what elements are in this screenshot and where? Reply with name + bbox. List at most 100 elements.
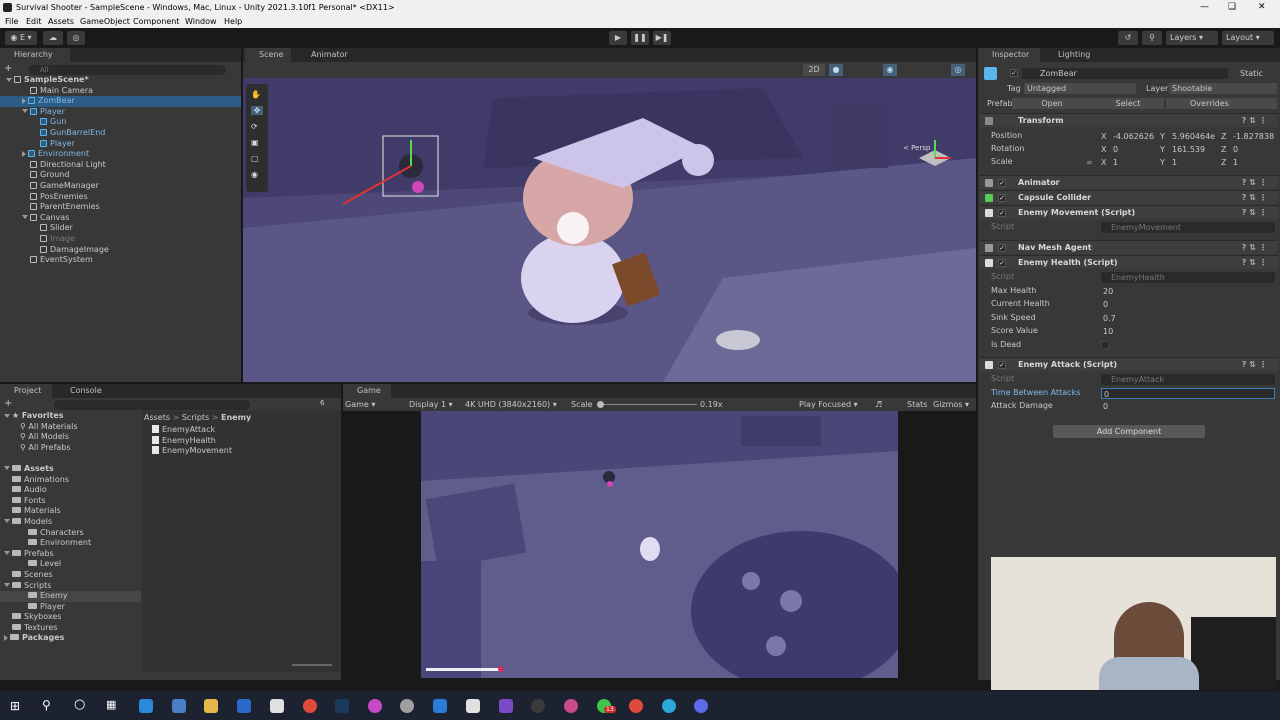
- edge-icon[interactable]: [139, 699, 153, 713]
- hierarchy-item[interactable]: EventSystem: [0, 255, 241, 266]
- script-file[interactable]: EnemyHealth: [152, 435, 332, 447]
- menu-file[interactable]: File: [5, 17, 18, 26]
- unity-hub-icon[interactable]: [270, 699, 284, 713]
- transform-tool-icon[interactable]: ◉: [251, 170, 258, 179]
- rect-tool-icon[interactable]: ▢: [251, 154, 259, 163]
- favorite-item[interactable]: ⚲ All Models: [0, 432, 141, 443]
- gizmos-dropdown[interactable]: Gizmos ▾: [933, 398, 969, 411]
- hierarchy-item[interactable]: SampleScene*: [0, 75, 241, 86]
- asset-folder[interactable]: Skyboxes: [0, 612, 141, 623]
- component-enabled-checkbox[interactable]: ✓: [998, 244, 1006, 252]
- maximize-icon[interactable]: ❏: [1228, 2, 1236, 12]
- is-dead-checkbox[interactable]: [1101, 340, 1109, 349]
- scene-viewport[interactable]: [243, 78, 976, 382]
- app-icon[interactable]: [368, 699, 382, 713]
- pause-button[interactable]: ❚❚: [631, 31, 649, 45]
- asset-folder[interactable]: Materials: [0, 506, 141, 517]
- health-field-value[interactable]: 10: [1101, 326, 1275, 337]
- discord-icon[interactable]: [694, 699, 708, 713]
- component-enabled-checkbox[interactable]: ✓: [998, 259, 1006, 267]
- tab-hierarchy[interactable]: Hierarchy: [0, 48, 70, 62]
- script-file[interactable]: EnemyMovement: [152, 446, 332, 457]
- vscode-icon[interactable]: [433, 699, 447, 713]
- menu-help[interactable]: Help: [224, 17, 242, 26]
- transform-header[interactable]: Transform ?⇅⋮: [980, 113, 1278, 127]
- script-file[interactable]: EnemyAttack: [152, 425, 332, 436]
- breadcrumb-enemy[interactable]: Enemy: [221, 413, 251, 422]
- chrome-profile-icon[interactable]: [629, 699, 643, 713]
- asset-folder[interactable]: Characters: [0, 528, 141, 539]
- component-header[interactable]: ✓ Nav Mesh Agent ?⇅⋮: [980, 240, 1278, 254]
- prefab-overrides-dropdown[interactable]: Overrides: [1166, 98, 1277, 109]
- tab-scene[interactable]: Scene: [245, 48, 291, 62]
- project-add-icon[interactable]: +: [4, 398, 12, 409]
- hierarchy-item[interactable]: Player: [0, 139, 241, 150]
- hierarchy-item[interactable]: Main Camera: [0, 86, 241, 97]
- hierarchy-item[interactable]: ZomBear: [0, 96, 241, 107]
- windows-start-icon[interactable]: ⊞: [10, 699, 20, 713]
- assets-header[interactable]: Assets: [0, 464, 141, 475]
- asset-folder[interactable]: Player: [0, 602, 141, 613]
- health-field-value[interactable]: 0: [1101, 299, 1275, 310]
- hierarchy-item[interactable]: Player: [0, 107, 241, 118]
- layers-dropdown[interactable]: Layers ▾: [1166, 31, 1218, 45]
- favorites-header[interactable]: ★ Favorites: [0, 411, 141, 422]
- menu-gameobject[interactable]: GameObject: [80, 17, 130, 26]
- asset-folder[interactable]: Prefabs: [0, 549, 141, 560]
- hierarchy-item[interactable]: Ground: [0, 170, 241, 181]
- tag-dropdown[interactable]: Untagged: [1024, 83, 1136, 94]
- hierarchy-item[interactable]: GameManager: [0, 181, 241, 192]
- component-enabled-checkbox[interactable]: ✓: [998, 361, 1006, 369]
- add-component-button[interactable]: Add Component: [1053, 425, 1205, 438]
- layout-dropdown[interactable]: Layout ▾: [1222, 31, 1274, 45]
- asset-folder[interactable]: Textures: [0, 623, 141, 634]
- asset-folder[interactable]: Animations: [0, 475, 141, 486]
- attack-field-value[interactable]: 0: [1101, 388, 1275, 399]
- tab-inspector[interactable]: Inspector: [978, 48, 1040, 62]
- stats-button[interactable]: Stats: [907, 398, 927, 411]
- explorer-icon[interactable]: [204, 699, 218, 713]
- component-menu-icon[interactable]: ?⇅⋮: [1242, 358, 1270, 372]
- asset-folder[interactable]: Models: [0, 517, 141, 528]
- play-button[interactable]: ▶: [609, 31, 627, 45]
- rotate-tool-icon[interactable]: ⟳: [251, 122, 258, 131]
- hierarchy-search-input[interactable]: All: [28, 65, 226, 75]
- asset-folder[interactable]: Scripts: [0, 581, 141, 592]
- health-field-value[interactable]: 20: [1101, 286, 1275, 297]
- telegram-icon[interactable]: [662, 699, 676, 713]
- display-dropdown[interactable]: Display 1 ▾: [409, 398, 453, 411]
- unity-icon[interactable]: [466, 699, 480, 713]
- component-header[interactable]: ✓ Capsule Collider ?⇅⋮: [980, 190, 1278, 204]
- 2d-toggle[interactable]: 2D: [803, 64, 825, 76]
- hierarchy-item[interactable]: Canvas: [0, 213, 241, 224]
- asset-folder[interactable]: Audio: [0, 485, 141, 496]
- game-mode-dropdown[interactable]: Game ▾: [345, 398, 375, 411]
- hand-tool-icon[interactable]: ✋: [251, 90, 261, 99]
- transform-scl-z[interactable]: 1: [1233, 158, 1280, 167]
- health-field-value[interactable]: 0.7: [1101, 313, 1275, 324]
- project-search-input[interactable]: [54, 400, 250, 410]
- component-menu-icon[interactable]: ?⇅⋮: [1242, 241, 1270, 255]
- favorite-item[interactable]: ⚲ All Materials: [0, 422, 141, 433]
- tab-animator[interactable]: Animator: [297, 48, 357, 62]
- hierarchy-item[interactable]: Directional Light: [0, 160, 241, 171]
- component-menu-icon[interactable]: ?⇅⋮: [1242, 256, 1270, 270]
- mute-icon[interactable]: ♬: [875, 398, 882, 411]
- component-menu-icon[interactable]: ?⇅⋮: [1242, 206, 1270, 220]
- cloud-icon[interactable]: ☁: [43, 31, 63, 45]
- component-menu-icon[interactable]: ?⇅⋮: [1242, 191, 1270, 205]
- minimize-icon[interactable]: —: [1200, 2, 1209, 12]
- hierarchy-item[interactable]: Gun: [0, 117, 241, 128]
- hierarchy-item[interactable]: Image: [0, 234, 241, 245]
- hierarchy-item[interactable]: Environment: [0, 149, 241, 160]
- component-menu-icon[interactable]: ?⇅⋮: [1242, 176, 1270, 190]
- hierarchy-item[interactable]: Slider: [0, 223, 241, 234]
- account-button[interactable]: ◉ E ▾: [5, 31, 37, 45]
- resolution-dropdown[interactable]: 4K UHD (3840x2160) ▾: [465, 398, 557, 411]
- visibility-icon[interactable]: ◉: [883, 64, 897, 76]
- add-icon[interactable]: +: [4, 63, 12, 74]
- gizmo-icon[interactable]: ◎: [951, 64, 965, 76]
- cortana-icon[interactable]: ○: [74, 697, 85, 712]
- component-enabled-checkbox[interactable]: ✓: [998, 209, 1006, 217]
- obs-icon[interactable]: [531, 699, 545, 713]
